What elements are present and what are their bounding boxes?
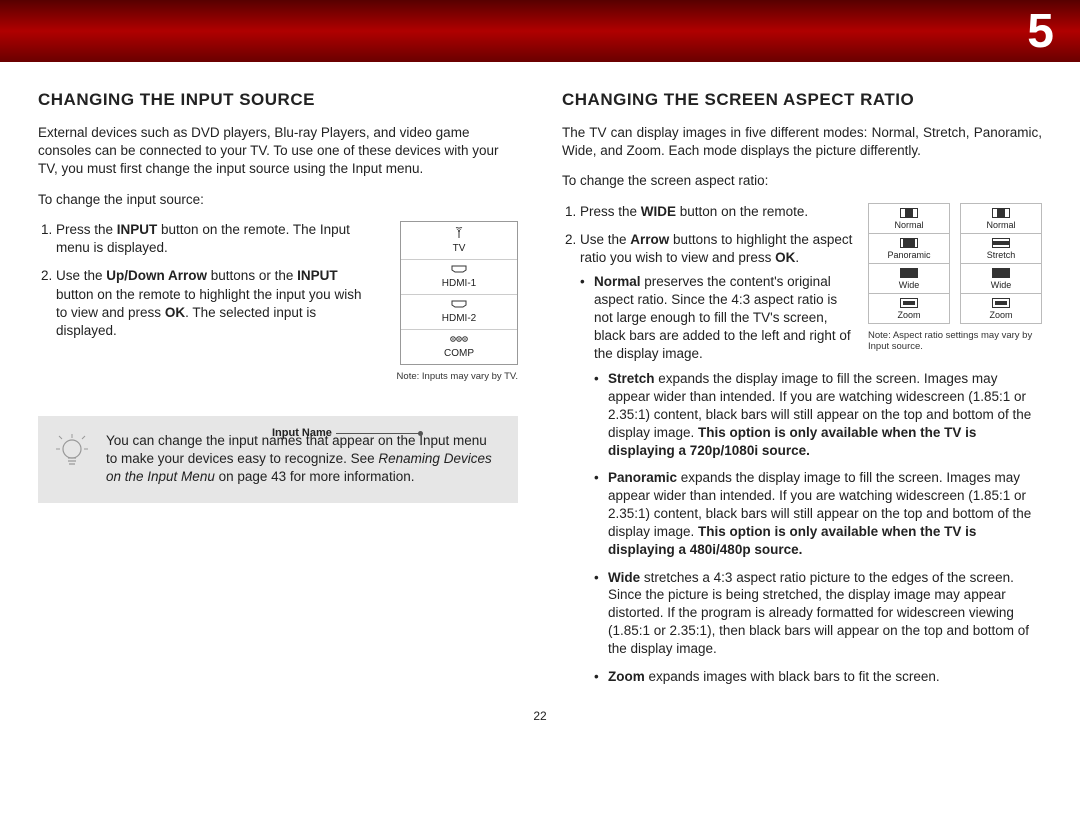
intro-input-source: External devices such as DVD players, Bl… [38,124,518,179]
chapter-number: 5 [1027,4,1054,59]
input-menu-item-hdmi2: HDMI-2 [401,295,517,330]
intro-aspect-ratio: The TV can display images in five differ… [562,124,1042,160]
tip-text: You can change the input names that appe… [106,432,500,487]
input-name-callout: Input Name [272,427,420,439]
lead-input-source: To change the input source: [38,191,518,209]
input-menu-item-comp: COMP [401,330,517,364]
page-body: CHANGING THE INPUT SOURCE External devic… [0,62,1080,707]
right-column: CHANGING THE SCREEN ASPECT RATIO The TV … [562,90,1042,695]
header-band: 5 [0,0,1080,62]
heading-aspect-ratio: CHANGING THE SCREEN ASPECT RATIO [562,90,1042,110]
component-icon [403,335,515,346]
step1-input: Press the INPUT button on the remote. Th… [56,221,372,257]
hdmi-icon [403,265,515,276]
step1-aspect: Press the WIDE button on the remote. [580,203,854,221]
input-menu-diagram: TV HDMI-1 HDMI-2 [386,221,518,382]
aspect-note: Note: Aspect ratio settings may vary by … [868,330,1042,353]
hdmi-icon [403,300,515,311]
aspect-tables-wrap: Normal Panoramic Wide Zoom Normal Stretc… [868,203,1042,353]
step2-input: Use the Up/Down Arrow buttons or the INP… [56,267,372,340]
note-inputs-vary: Note: Inputs may vary by TV. [386,371,518,382]
mode-panoramic: Panoramic expands the display image to f… [594,469,1042,558]
mode-zoom: Zoom expands images with black bars to f… [594,668,1042,686]
lead-aspect-ratio: To change the screen aspect ratio: [562,172,1042,190]
page-number: 22 [0,709,1080,723]
lightbulb-icon [56,432,88,477]
mode-stretch: Stretch expands the display image to fil… [594,370,1042,459]
step2-aspect: Use the Arrow buttons to highlight the a… [580,231,854,363]
input-menu-item-tv: TV [401,222,517,260]
input-menu-item-hdmi1: HDMI-1 [401,260,517,295]
mode-wide: Wide stretches a 4:3 aspect ratio pictur… [594,569,1042,658]
mode-normal: Normal preserves the content's original … [580,273,854,362]
aspect-table-1: Normal Panoramic Wide Zoom [868,203,950,324]
heading-input-source: CHANGING THE INPUT SOURCE [38,90,518,110]
left-column: CHANGING THE INPUT SOURCE External devic… [38,90,518,695]
aspect-table-2: Normal Stretch Wide Zoom [960,203,1042,324]
antenna-icon [403,227,515,241]
